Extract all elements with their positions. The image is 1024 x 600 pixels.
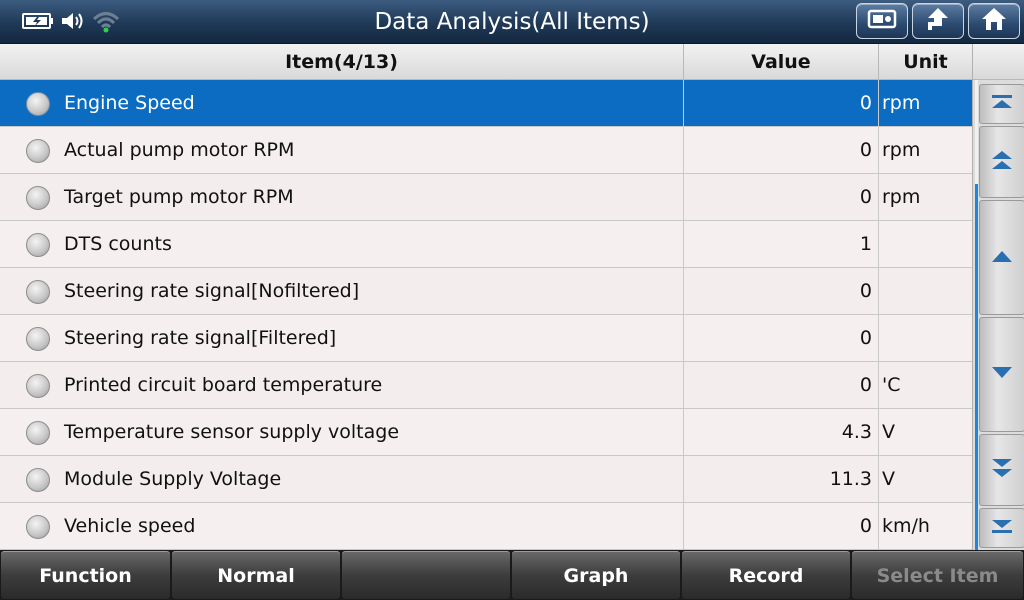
home-icon — [980, 6, 1008, 36]
item-unit: rpm — [882, 139, 921, 161]
table-row[interactable]: Engine Speed 0 rpm — [0, 80, 972, 127]
item-value: 0 — [684, 174, 879, 220]
item-value: 0 — [684, 127, 879, 173]
double-chevron-up-icon — [990, 148, 1014, 176]
normal-button[interactable]: Normal — [171, 550, 341, 600]
chevron-down-icon — [991, 365, 1013, 384]
data-table: Item(4/13) Value Unit Engine Speed 0 rpm… — [0, 44, 972, 550]
table-row[interactable]: Printed circuit board temperature 0 'C — [0, 362, 972, 409]
item-unit — [879, 315, 972, 361]
item-name: Vehicle speed — [0, 503, 684, 549]
item-value: 0 — [684, 362, 879, 408]
item-unit: V — [882, 468, 895, 490]
item-name: Steering rate signal[Nofiltered] — [0, 268, 684, 314]
scroll-to-bottom-button[interactable] — [979, 508, 1024, 548]
item-name: Actual pump motor RPM — [0, 127, 684, 173]
table-header: Item(4/13) Value Unit — [0, 44, 972, 80]
item-unit: km/h — [882, 515, 930, 537]
back-arrow-icon — [924, 6, 952, 36]
item-value: 11.3 — [684, 456, 879, 502]
back-button[interactable] — [912, 3, 964, 39]
item-name: Printed circuit board temperature — [0, 362, 684, 408]
scroll-top-icon — [990, 94, 1014, 114]
item-value: 0 — [684, 503, 879, 549]
item-name: Temperature sensor supply voltage — [0, 409, 684, 455]
header-buttons — [856, 3, 1020, 39]
scroll-to-top-button[interactable] — [979, 84, 1024, 124]
scroll-up-button[interactable] — [979, 200, 1024, 315]
table-row[interactable]: Actual pump motor RPM 0 rpm — [0, 127, 972, 174]
table-row[interactable]: Module Supply Voltage 11.3 V — [0, 456, 972, 503]
item-value: 4.3 — [684, 409, 879, 455]
scroll-header — [973, 44, 1024, 80]
empty-button[interactable] — [341, 550, 511, 600]
column-item: Item(4/13) — [0, 44, 684, 80]
table-row[interactable]: Temperature sensor supply voltage 4.3 V — [0, 409, 972, 456]
item-value: 1 — [684, 221, 879, 267]
item-name: Target pump motor RPM — [0, 174, 684, 220]
bottom-toolbar: Function Normal Graph Record Select Item — [0, 550, 1024, 600]
item-unit: V — [882, 421, 895, 443]
item-value: 0 — [684, 268, 879, 314]
table-row[interactable]: Target pump motor RPM 0 rpm — [0, 174, 972, 221]
item-unit: 'C — [882, 374, 901, 396]
item-unit — [879, 268, 972, 314]
table-row[interactable]: DTS counts 1 — [0, 221, 972, 268]
table-row[interactable]: Vehicle speed 0 km/h — [0, 503, 972, 550]
page-down-button[interactable] — [979, 434, 1024, 506]
select-item-button[interactable]: Select Item — [851, 550, 1024, 600]
column-value: Value — [684, 44, 879, 80]
item-name: Module Supply Voltage — [0, 456, 684, 502]
scroll-bottom-icon — [990, 518, 1014, 538]
screen-capture-icon — [867, 8, 897, 34]
item-name: Engine Speed — [0, 80, 684, 126]
chevron-up-icon — [991, 248, 1013, 267]
scroll-down-button[interactable] — [979, 317, 1024, 432]
record-button[interactable]: Record — [681, 550, 851, 600]
screenshot-button[interactable] — [856, 3, 908, 39]
graph-button[interactable]: Graph — [511, 550, 681, 600]
scroll-controls — [972, 44, 1024, 550]
scrollbar-thumb[interactable] — [975, 184, 978, 550]
item-value: 0 — [684, 315, 879, 361]
item-name: Steering rate signal[Filtered] — [0, 315, 684, 361]
item-value: 0 — [684, 80, 879, 126]
page-up-button[interactable] — [979, 126, 1024, 198]
item-unit — [879, 221, 972, 267]
column-unit: Unit — [903, 51, 948, 73]
table-row[interactable]: Steering rate signal[Nofiltered] 0 — [0, 268, 972, 315]
item-name: DTS counts — [0, 221, 684, 267]
table-row[interactable]: Steering rate signal[Filtered] 0 — [0, 315, 972, 362]
title-bar: Data Analysis(All Items) — [0, 0, 1024, 44]
item-unit: rpm — [882, 186, 921, 208]
item-unit: rpm — [882, 92, 921, 114]
table-rows: Engine Speed 0 rpm Actual pump motor RPM… — [0, 80, 972, 550]
double-chevron-down-icon — [990, 456, 1014, 484]
home-button[interactable] — [968, 3, 1020, 39]
function-button[interactable]: Function — [0, 550, 171, 600]
